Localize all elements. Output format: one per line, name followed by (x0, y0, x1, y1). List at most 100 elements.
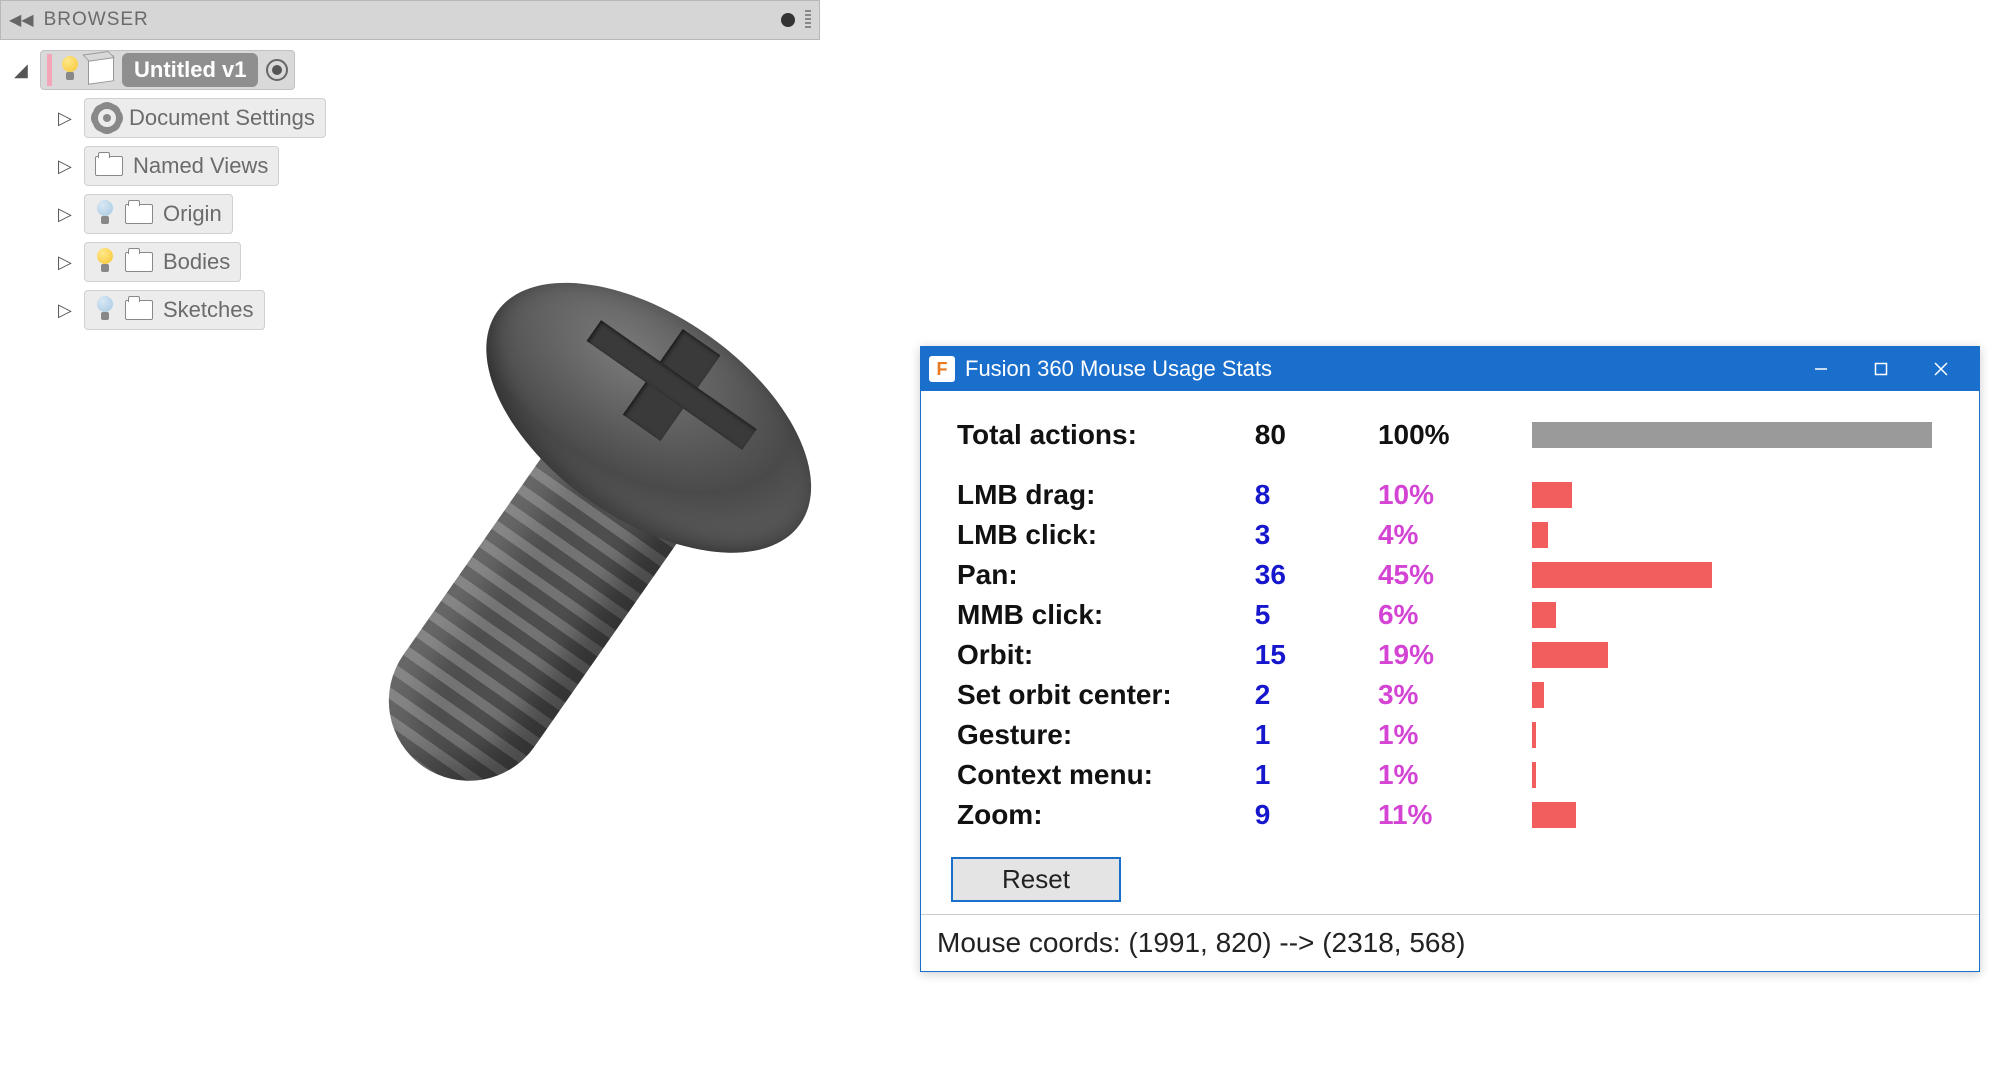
minimize-icon (1814, 362, 1828, 376)
row-count: 3 (1249, 515, 1372, 555)
tree-root-row[interactable]: ◢ Untitled v1 (0, 46, 820, 94)
browser-grip-icon[interactable] (805, 10, 811, 30)
row-bar (1532, 602, 1556, 628)
active-component-icon[interactable] (266, 59, 288, 81)
row-count: 1 (1249, 755, 1372, 795)
browser-title: BROWSER (44, 9, 771, 31)
row-label: Zoom: (951, 795, 1249, 835)
row-bar (1532, 762, 1536, 788)
tree-item-document-settings[interactable]: Document Settings (84, 98, 326, 138)
tree-item-label: Origin (163, 201, 222, 227)
stats-row: Context menu: 1 1% (951, 755, 1949, 795)
dialog-title: Fusion 360 Mouse Usage Stats (965, 356, 1791, 382)
tree-item[interactable]: ▷ Document Settings (0, 94, 820, 142)
browser-pin-icon[interactable] (781, 13, 795, 27)
row-label: Context menu: (951, 755, 1249, 795)
expand-icon[interactable]: ▷ (58, 108, 78, 129)
row-count: 5 (1249, 595, 1372, 635)
tree-item-bodies[interactable]: Bodies (84, 242, 241, 282)
browser-header: ◀◀ BROWSER (0, 0, 820, 40)
root-component[interactable]: Untitled v1 (40, 50, 295, 90)
visibility-bulb-icon[interactable] (60, 56, 80, 84)
stats-row: Pan: 36 45% (951, 555, 1949, 595)
reset-button[interactable]: Reset (951, 857, 1121, 902)
component-cube-icon (88, 55, 114, 85)
row-pct: 4% (1372, 515, 1526, 555)
row-label: Pan: (951, 555, 1249, 595)
tree-item[interactable]: ▷ Origin (0, 190, 820, 238)
visibility-bulb-icon[interactable] (95, 248, 115, 276)
row-bar (1532, 722, 1536, 748)
fusion360-icon: F (929, 356, 955, 382)
maximize-button[interactable] (1851, 347, 1911, 391)
row-bar (1532, 562, 1712, 588)
row-label: Orbit: (951, 635, 1249, 675)
gear-icon (95, 106, 119, 130)
close-icon (1934, 362, 1948, 376)
stats-row: LMB drag: 8 10% (951, 475, 1949, 515)
total-pct: 100% (1372, 415, 1526, 455)
expand-icon[interactable]: ◢ (14, 60, 34, 81)
row-pct: 6% (1372, 595, 1526, 635)
row-pct: 45% (1372, 555, 1526, 595)
stats-row: Set orbit center: 2 3% (951, 675, 1949, 715)
row-label: Gesture: (951, 715, 1249, 755)
row-label: LMB click: (951, 515, 1249, 555)
stats-row: Gesture: 1 1% (951, 715, 1949, 755)
stats-dialog: F Fusion 360 Mouse Usage Stats Total act… (920, 346, 1980, 972)
stats-row: LMB click: 3 4% (951, 515, 1949, 555)
total-count: 80 (1249, 415, 1372, 455)
tree-item-label: Named Views (133, 153, 268, 179)
folder-icon (125, 300, 153, 320)
row-pct: 11% (1372, 795, 1526, 835)
row-label: MMB click: (951, 595, 1249, 635)
total-label: Total actions: (951, 415, 1249, 455)
row-pct: 19% (1372, 635, 1526, 675)
visibility-bulb-icon[interactable] (95, 296, 115, 324)
root-marker-icon (47, 54, 52, 86)
minimize-button[interactable] (1791, 347, 1851, 391)
row-count: 9 (1249, 795, 1372, 835)
row-pct: 3% (1372, 675, 1526, 715)
row-pct: 1% (1372, 715, 1526, 755)
tree-item[interactable]: ▷ Sketches (0, 286, 820, 334)
expand-icon[interactable]: ▷ (58, 252, 78, 273)
row-bar (1532, 522, 1548, 548)
stats-row: MMB click: 5 6% (951, 595, 1949, 635)
tree-item-label: Document Settings (129, 105, 315, 131)
root-label: Untitled v1 (122, 53, 258, 87)
browser-panel: ◀◀ BROWSER ◢ Untitled v1 ▷ Document Sett… (0, 0, 820, 334)
visibility-bulb-icon[interactable] (95, 200, 115, 228)
tree-item-label: Bodies (163, 249, 230, 275)
stats-row: Zoom: 9 11% (951, 795, 1949, 835)
tree-item[interactable]: ▷ Bodies (0, 238, 820, 286)
dialog-titlebar[interactable]: F Fusion 360 Mouse Usage Stats (921, 347, 1979, 391)
expand-icon[interactable]: ▷ (58, 156, 78, 177)
tree-item-origin[interactable]: Origin (84, 194, 233, 234)
row-count: 36 (1249, 555, 1372, 595)
row-label: LMB drag: (951, 475, 1249, 515)
stats-row: Orbit: 15 19% (951, 635, 1949, 675)
tree-item-named-views[interactable]: Named Views (84, 146, 279, 186)
tree-item-label: Sketches (163, 297, 254, 323)
stats-total-row: Total actions: 80 100% (951, 415, 1949, 455)
row-count: 2 (1249, 675, 1372, 715)
row-bar (1532, 482, 1572, 508)
folder-icon (95, 156, 123, 176)
row-bar (1532, 802, 1576, 828)
expand-icon[interactable]: ▷ (58, 204, 78, 225)
tree-item-sketches[interactable]: Sketches (84, 290, 265, 330)
expand-icon[interactable]: ▷ (58, 300, 78, 321)
stats-table: Total actions: 80 100% LMB drag: 8 10% L… (951, 415, 1949, 835)
tree-item[interactable]: ▷ Named Views (0, 142, 820, 190)
browser-tree: ◢ Untitled v1 ▷ Document Settings ▷ Name… (0, 40, 820, 334)
stats-body: Total actions: 80 100% LMB drag: 8 10% L… (921, 391, 1979, 914)
close-button[interactable] (1911, 347, 1971, 391)
row-count: 1 (1249, 715, 1372, 755)
row-bar (1532, 642, 1608, 668)
stats-footer: Mouse coords: (1991, 820) --> (2318, 568… (921, 914, 1979, 971)
row-count: 8 (1249, 475, 1372, 515)
browser-collapse-icon[interactable]: ◀◀ (9, 10, 34, 30)
row-pct: 1% (1372, 755, 1526, 795)
maximize-icon (1874, 362, 1888, 376)
